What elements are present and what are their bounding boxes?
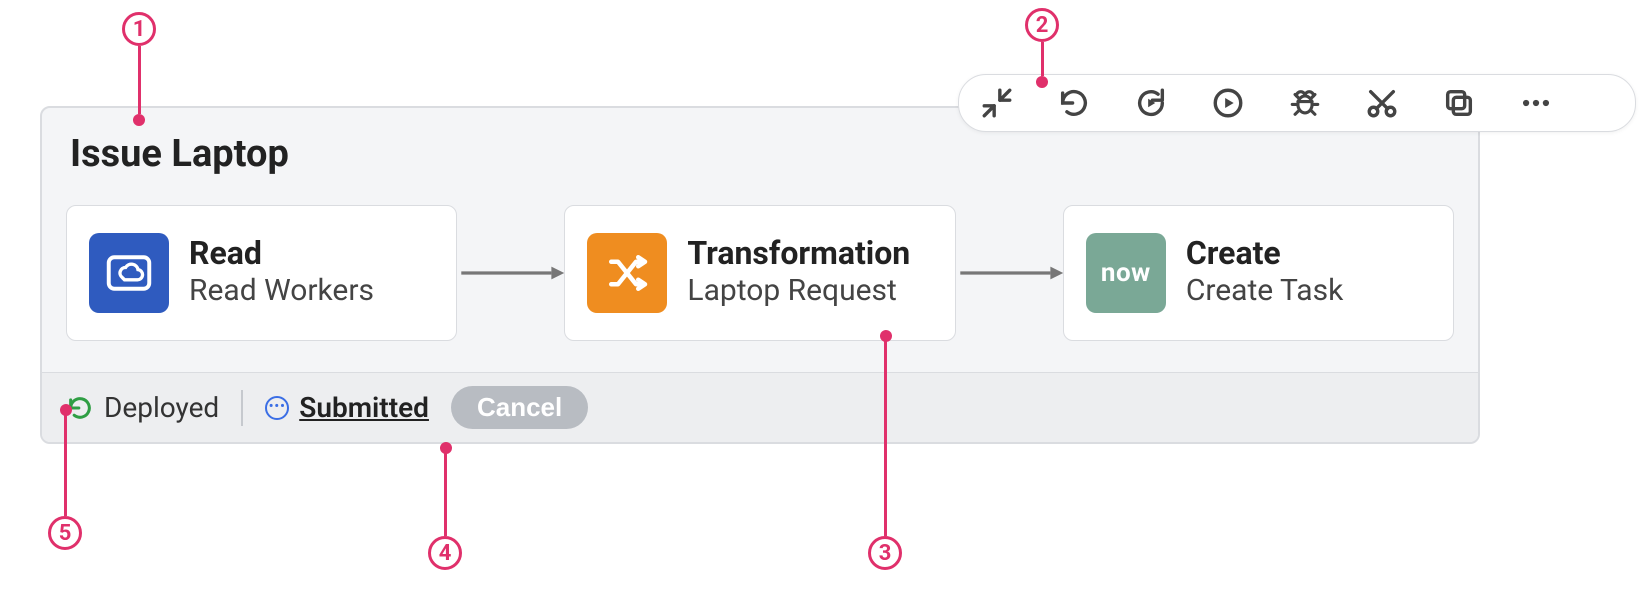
step-title: Create [1186,237,1343,271]
deployment-status: Deployed [66,391,219,424]
recipe-card: Issue Laptop Read Read Workers [40,106,1480,444]
callout-dot [1036,76,1048,88]
callout-stem [138,46,141,114]
workflow-step-read[interactable]: Read Read Workers [66,205,457,341]
step-subtitle: Laptop Request [687,273,910,309]
step-title: Read [189,237,374,271]
replay-icon[interactable] [1131,83,1171,123]
arrow-icon [956,262,1063,284]
recipe-title: Issue Laptop [70,132,289,176]
more-icon[interactable] [1516,83,1556,123]
callout-number-5: 5 [48,516,82,550]
submitted-link[interactable]: Submitted [299,391,429,424]
pending-circle-icon: ••• [265,396,289,420]
workflow-step-transformation[interactable]: Transformation Laptop Request [564,205,955,341]
workflow-step-create[interactable]: now Create Create Task [1063,205,1454,341]
callout-dot [133,114,145,126]
status-bar: Deployed ••• Submitted Cancel [42,372,1478,442]
deployed-label: Deployed [104,391,219,424]
step-subtitle: Read Workers [189,273,374,309]
approval-status: ••• Submitted [265,391,429,424]
shuffle-icon [587,233,667,313]
context-toolbar [958,74,1636,132]
steps-row: Read Read Workers [66,204,1454,342]
cancel-button[interactable]: Cancel [451,386,588,429]
callout-stem [1041,42,1044,76]
callout-number-2: 2 [1025,8,1059,42]
copy-icon[interactable] [1439,83,1479,123]
callout-number-1: 1 [122,12,156,46]
servicenow-logo-icon: now [1086,233,1166,313]
play-circle-icon[interactable] [1208,83,1248,123]
callout-dot [880,330,892,342]
cut-icon[interactable] [1362,83,1402,123]
callout-number-3: 3 [868,536,902,570]
callout-stem [64,410,67,516]
bug-icon[interactable] [1285,83,1325,123]
collapse-icon[interactable] [977,83,1017,123]
vertical-divider [241,390,243,426]
step-title: Transformation [687,237,910,271]
cloud-read-icon [89,233,169,313]
callout-dot [60,404,72,416]
arrow-icon [457,262,564,284]
callout-number-4: 4 [428,536,462,570]
callout-stem [884,336,887,536]
refresh-icon[interactable] [1054,83,1094,123]
callout-stem [444,448,447,536]
callout-dot [440,442,452,454]
step-subtitle: Create Task [1186,273,1343,309]
